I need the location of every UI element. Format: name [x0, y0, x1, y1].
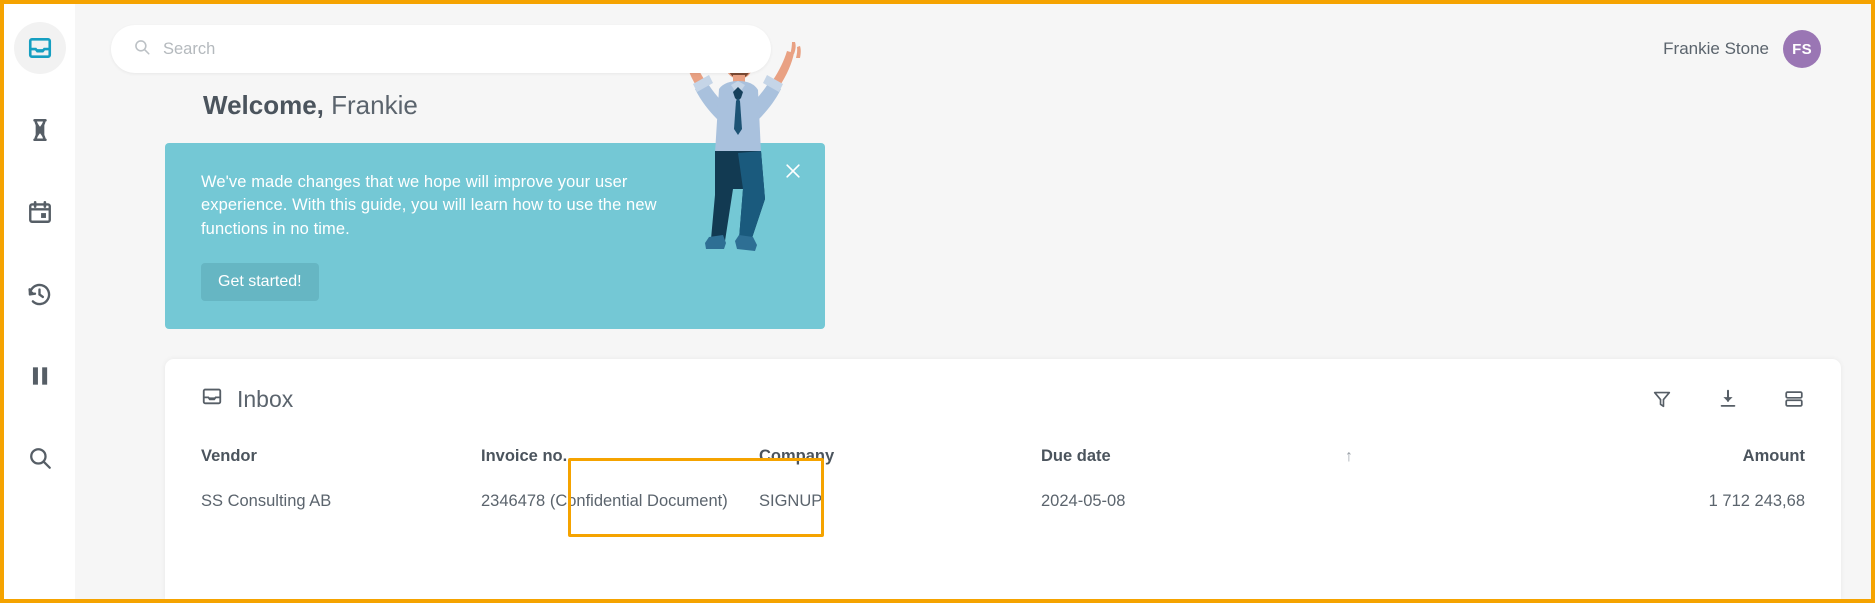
sidebar	[4, 4, 75, 599]
user-name: Frankie Stone	[1663, 39, 1769, 58]
table-body: SS Consulting AB 2346478 (Confidential D…	[201, 492, 1805, 511]
cell-amount: 1 712 243,68	[1708, 492, 1805, 510]
main-content: Frankie Stone FS Welcome, Frankie We've …	[75, 4, 1871, 599]
sort-ascending-icon[interactable]: ↑	[1341, 448, 1353, 465]
search-icon	[133, 38, 163, 61]
page-title: Inbox	[201, 385, 293, 413]
close-icon[interactable]	[783, 161, 803, 181]
inbox-table: Vendor Invoice no. Company Due date ↑ Am…	[201, 447, 1805, 511]
search-icon	[27, 445, 53, 471]
table-header: Vendor Invoice no. Company Due date ↑ Am…	[201, 447, 1805, 492]
top-bar: Frankie Stone FS	[75, 4, 1871, 94]
user-menu[interactable]: Frankie Stone FS	[1663, 30, 1821, 68]
history-icon	[26, 281, 53, 308]
cell-invoice: 2346478 (Confidential Document)	[481, 492, 728, 510]
banner-zone: We've made changes that we hope will imp…	[75, 31, 1871, 330]
search-input[interactable]	[163, 39, 749, 59]
sidebar-item-history[interactable]	[14, 268, 66, 320]
hourglass-icon	[27, 117, 53, 143]
app-root: Frankie Stone FS Welcome, Frankie We've …	[4, 4, 1871, 599]
inbox-icon	[27, 35, 53, 61]
inbox-card: Inbox Vendor Invoice no. Company Due dat…	[165, 359, 1841, 599]
sidebar-item-search[interactable]	[14, 432, 66, 484]
welcome-heading: Welcome, Frankie	[75, 90, 1871, 121]
column-header-due-date[interactable]: Due date	[1041, 447, 1341, 492]
filter-icon[interactable]	[1651, 388, 1673, 410]
avatar[interactable]: FS	[1783, 30, 1821, 68]
sidebar-item-inbox[interactable]	[13, 22, 66, 74]
column-sort-indicator-cell: ↑	[1341, 447, 1601, 492]
column-header-invoice[interactable]: Invoice no.	[481, 447, 759, 492]
banner-text: We've made changes that we hope will imp…	[201, 173, 657, 238]
onboarding-banner: We've made changes that we hope will imp…	[165, 143, 825, 330]
welcome-greeting: Welcome,	[203, 90, 324, 120]
column-label-due-date: Due date	[1041, 447, 1111, 465]
table-row[interactable]: SS Consulting AB 2346478 (Confidential D…	[201, 492, 1805, 511]
cell-spacer	[1341, 492, 1601, 511]
sidebar-item-pause[interactable]	[14, 350, 66, 402]
cell-vendor: SS Consulting AB	[201, 492, 332, 510]
inbox-icon	[201, 385, 223, 413]
pause-icon	[27, 363, 53, 389]
column-header-vendor[interactable]: Vendor	[201, 447, 481, 492]
sidebar-item-calendar[interactable]	[14, 186, 66, 238]
inbox-table-wrap: Vendor Invoice no. Company Due date ↑ Am…	[201, 447, 1805, 537]
inbox-card-header: Inbox	[201, 385, 1805, 413]
inbox-title-label: Inbox	[237, 385, 294, 412]
sidebar-item-hourglass[interactable]	[14, 104, 66, 156]
calendar-icon	[27, 199, 53, 225]
inbox-toolbar	[1651, 388, 1805, 410]
search-bar[interactable]	[111, 25, 771, 73]
download-icon[interactable]	[1717, 388, 1739, 410]
column-header-company[interactable]: Company	[759, 447, 1041, 492]
column-header-amount[interactable]: Amount	[1601, 447, 1805, 492]
layout-toggle-icon[interactable]	[1783, 388, 1805, 410]
cell-due-date: 2024-05-08	[1041, 492, 1126, 510]
cell-company: SIGNUP	[759, 492, 823, 510]
get-started-button[interactable]: Get started!	[201, 263, 319, 302]
welcome-username: Frankie	[331, 90, 418, 120]
